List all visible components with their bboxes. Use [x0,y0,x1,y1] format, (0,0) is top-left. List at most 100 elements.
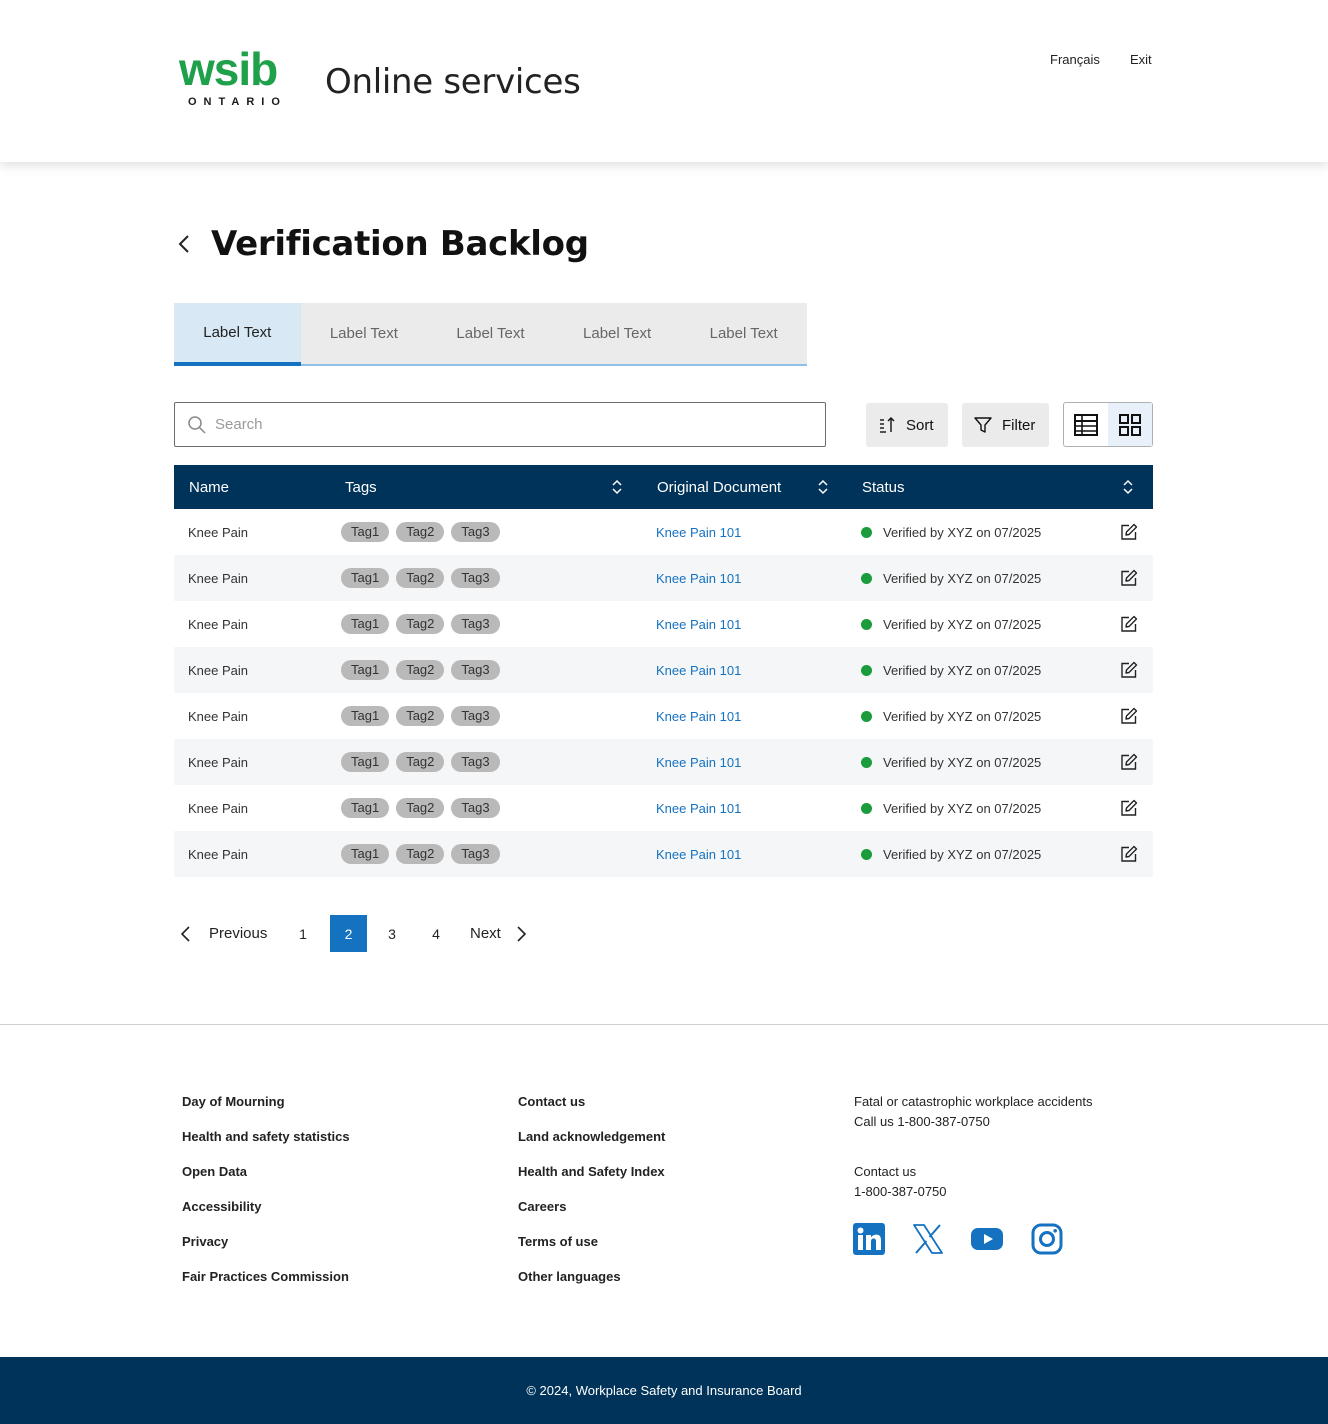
tag-chip[interactable]: Tag1 [341,752,390,772]
table-view-button[interactable] [1064,403,1108,446]
tag-chip[interactable]: Tag2 [396,752,445,772]
previous-page-button[interactable]: Previous [180,915,267,952]
document-link[interactable]: Knee Pain 101 [656,801,741,816]
tag-chip[interactable]: Tag2 [396,522,445,542]
linkedin-icon[interactable] [853,1223,885,1255]
youtube-icon[interactable] [971,1223,1003,1255]
footer-link-privacy[interactable]: Privacy [182,1234,228,1249]
tag-chip[interactable]: Tag2 [396,614,445,634]
footer-link-contact-us[interactable]: Contact us [518,1094,585,1109]
footer-link-careers[interactable]: Careers [518,1199,566,1214]
tab-1[interactable]: Label Text [174,303,301,366]
edit-icon[interactable] [1120,707,1138,725]
tag-chip[interactable]: Tag1 [341,844,390,864]
document-link[interactable]: Knee Pain 101 [656,663,741,678]
search-input[interactable] [215,403,815,446]
document-link[interactable]: Knee Pain 101 [656,755,741,770]
tag-chip[interactable]: Tag2 [396,798,445,818]
footer-bottom-bar: © 2024, Workplace Safety and Insurance B… [0,1357,1328,1424]
footer-link-terms-of-use[interactable]: Terms of use [518,1234,598,1249]
back-chevron-icon[interactable] [176,234,192,254]
copyright-text: © 2024, Workplace Safety and Insurance B… [526,1383,802,1398]
footer-link-land-acknowledgement[interactable]: Land acknowledgement [518,1129,665,1144]
tab-2[interactable]: Label Text [301,303,428,364]
tag-chip[interactable]: Tag1 [341,522,390,542]
tag-chip[interactable]: Tag1 [341,706,390,726]
grid-view-button[interactable] [1108,403,1152,446]
tag-chip[interactable]: Tag3 [451,752,500,772]
footer-link-open-data[interactable]: Open Data [182,1164,247,1179]
tag-chip[interactable]: Tag3 [451,844,500,864]
page-2-button[interactable]: 2 [330,915,367,952]
row-name: Knee Pain [188,754,248,770]
table-row: Knee Pain Tag1 Tag2 Tag3 Knee Pain 101 Verifi… [174,785,1153,831]
edit-icon[interactable] [1120,661,1138,679]
status-sort-icon[interactable] [1122,479,1134,495]
tag-chip[interactable]: Tag3 [451,798,500,818]
row-status: Verified by XYZ on 07/2025 [861,785,1041,831]
tag-chip[interactable]: Tag2 [396,844,445,864]
row-name: Knee Pain [188,570,248,586]
tag-chip[interactable]: Tag3 [451,706,500,726]
tag-chip[interactable]: Tag1 [341,798,390,818]
tab-5[interactable]: Label Text [680,303,807,364]
edit-icon[interactable] [1120,569,1138,587]
page-1-button[interactable]: 1 [292,915,314,952]
footer-link-accessibility[interactable]: Accessibility [182,1199,262,1214]
tag-chip[interactable]: Tag3 [451,660,500,680]
row-name: Knee Pain [188,846,248,862]
row-tags: Tag1 Tag2 Tag3 [341,785,507,831]
edit-icon[interactable] [1120,615,1138,633]
footer-link-day-of-mourning[interactable]: Day of Mourning [182,1094,285,1109]
row-tags: Tag1 Tag2 Tag3 [341,647,507,693]
tag-chip[interactable]: Tag3 [451,614,500,634]
tag-chip[interactable]: Tag2 [396,568,445,588]
exit-link[interactable]: Exit [1130,52,1152,67]
footer-link-other-languages[interactable]: Other languages [518,1269,621,1284]
column-header-document[interactable]: Original Document [657,465,781,509]
instagram-icon[interactable] [1031,1223,1063,1255]
x-icon[interactable] [912,1223,944,1255]
page-4-button[interactable]: 4 [425,915,447,952]
tab-3[interactable]: Label Text [427,303,554,364]
edit-icon[interactable] [1120,523,1138,541]
tag-chip[interactable]: Tag1 [341,614,390,634]
page-3-button[interactable]: 3 [381,915,403,952]
sort-icon [880,417,895,433]
tag-chip[interactable]: Tag2 [396,706,445,726]
document-link[interactable]: Knee Pain 101 [656,525,741,540]
next-page-button[interactable]: Next [470,915,527,952]
footer-link-health-safety-statistics[interactable]: Health and safety statistics [182,1129,350,1144]
edit-icon[interactable] [1120,845,1138,863]
tags-sort-icon[interactable] [611,479,623,495]
contact-phone[interactable]: 1-800-387-0750 [854,1182,947,1202]
contact-label: Contact us [854,1164,917,1179]
document-link[interactable]: Knee Pain 101 [656,847,741,862]
tag-chip[interactable]: Tag3 [451,522,500,542]
wsib-logo[interactable]: wsib ONTARIO [179,46,289,110]
status-text: Verified by XYZ on 07/2025 [883,570,1042,586]
sort-button[interactable]: Sort [866,403,948,447]
column-header-tags[interactable]: Tags [345,465,377,509]
tab-4[interactable]: Label Text [554,303,681,364]
tag-chip[interactable]: Tag1 [341,568,390,588]
edit-icon[interactable] [1120,799,1138,817]
document-link[interactable]: Knee Pain 101 [656,571,741,586]
row-tags: Tag1 Tag2 Tag3 [341,509,507,555]
status-text: Verified by XYZ on 07/2025 [883,616,1042,632]
document-sort-icon[interactable] [817,479,829,495]
footer-link-health-safety-index[interactable]: Health and Safety Index [518,1164,665,1179]
tag-chip[interactable]: Tag3 [451,568,500,588]
status-dot-icon [861,756,872,768]
edit-icon[interactable] [1120,753,1138,771]
tag-chip[interactable]: Tag2 [396,660,445,680]
language-toggle-link[interactable]: Français [1050,52,1100,67]
footer-link-fair-practices[interactable]: Fair Practices Commission [182,1269,349,1284]
filter-icon [974,417,992,433]
document-link[interactable]: Knee Pain 101 [656,617,741,632]
tag-chip[interactable]: Tag1 [341,660,390,680]
column-header-status[interactable]: Status [862,465,905,509]
emergency-phone[interactable]: Call us 1-800-387-0750 [854,1112,1092,1132]
document-link[interactable]: Knee Pain 101 [656,709,741,724]
filter-button[interactable]: Filter [962,403,1049,447]
